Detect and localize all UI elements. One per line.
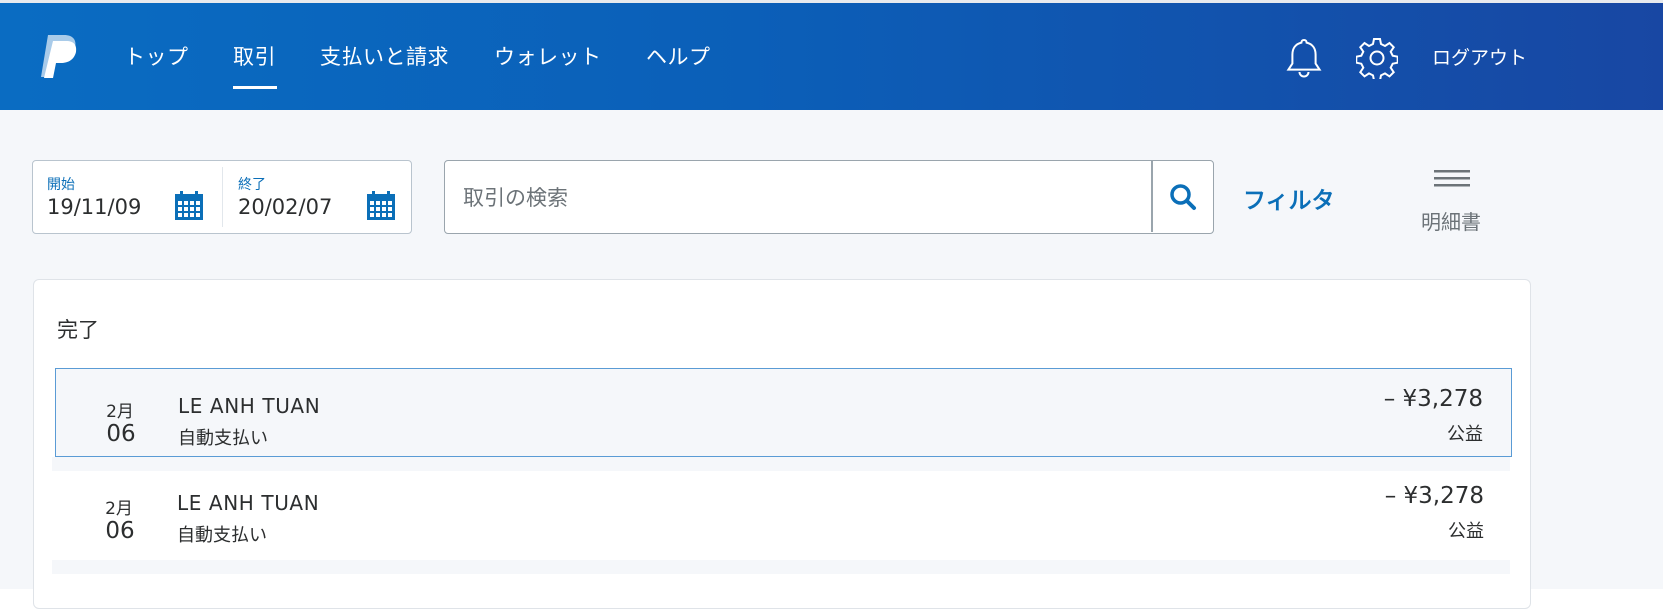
end-date-label: 終了 [238,177,266,193]
nav-item-payments-and-billing[interactable]: 支払いと請求 [320,41,449,71]
nav-active-indicator [233,86,277,89]
start-date-field[interactable]: 19/11/09 [47,195,141,219]
transaction-type: 自動支払い [178,428,268,449]
bell-icon[interactable] [1285,37,1323,79]
row-separator [52,560,1510,574]
date-range-picker: 開始 19/11/09 終了 20/02/07 [32,160,412,234]
transaction-row[interactable]: 2月 06 LE ANH TUAN 自動支払い – ¥3,278 公益 [55,471,1512,560]
transaction-payee: LE ANH TUAN [178,394,321,418]
menu-lines-icon [1434,170,1470,187]
date-divider [222,167,223,227]
transaction-search [444,160,1214,234]
search-input[interactable] [461,173,1145,223]
paypal-logo-icon[interactable] [40,33,78,79]
transaction-type: 自動支払い [177,525,267,546]
end-calendar-icon[interactable] [366,191,396,221]
gear-icon[interactable] [1356,37,1398,79]
statements-button[interactable]: 明細書 [1414,168,1488,234]
search-button[interactable] [1153,161,1212,232]
nav-item-wallet[interactable]: ウォレット [494,41,602,71]
transaction-month: 2月 [106,402,134,422]
filter-button[interactable]: フィルタ [1243,181,1335,215]
transaction-amount: – ¥3,278 [1383,386,1483,412]
transaction-day: 06 [106,421,136,447]
start-calendar-icon[interactable] [174,191,204,221]
nav-item-transactions[interactable]: 取引 [233,41,276,71]
statements-label: 明細書 [1421,210,1481,234]
transaction-category: 公益 [1447,424,1483,445]
nav-item-top[interactable]: トップ [124,41,189,71]
top-navigation-bar: トップ 取引 支払いと請求 ウォレット ヘルプ ログアウト [0,3,1663,110]
nav-item-help[interactable]: ヘルプ [646,41,711,71]
transaction-row[interactable]: 2月 06 LE ANH TUAN 自動支払い – ¥3,278 公益 [55,368,1512,457]
end-date-field[interactable]: 20/02/07 [238,195,332,219]
completed-section-title: 完了 [57,318,99,342]
transaction-amount: – ¥3,278 [1384,483,1484,509]
start-date-label: 開始 [47,177,75,193]
transaction-payee: LE ANH TUAN [177,491,320,515]
transaction-category: 公益 [1448,521,1484,542]
transaction-month: 2月 [105,499,133,519]
transaction-day: 06 [105,518,135,544]
transactions-card: 完了 2月 06 LE ANH TUAN 自動支払い – ¥3,278 公益 2… [33,279,1531,609]
row-separator [52,457,1510,471]
logout-link[interactable]: ログアウト [1432,43,1527,70]
search-icon [1170,184,1196,210]
